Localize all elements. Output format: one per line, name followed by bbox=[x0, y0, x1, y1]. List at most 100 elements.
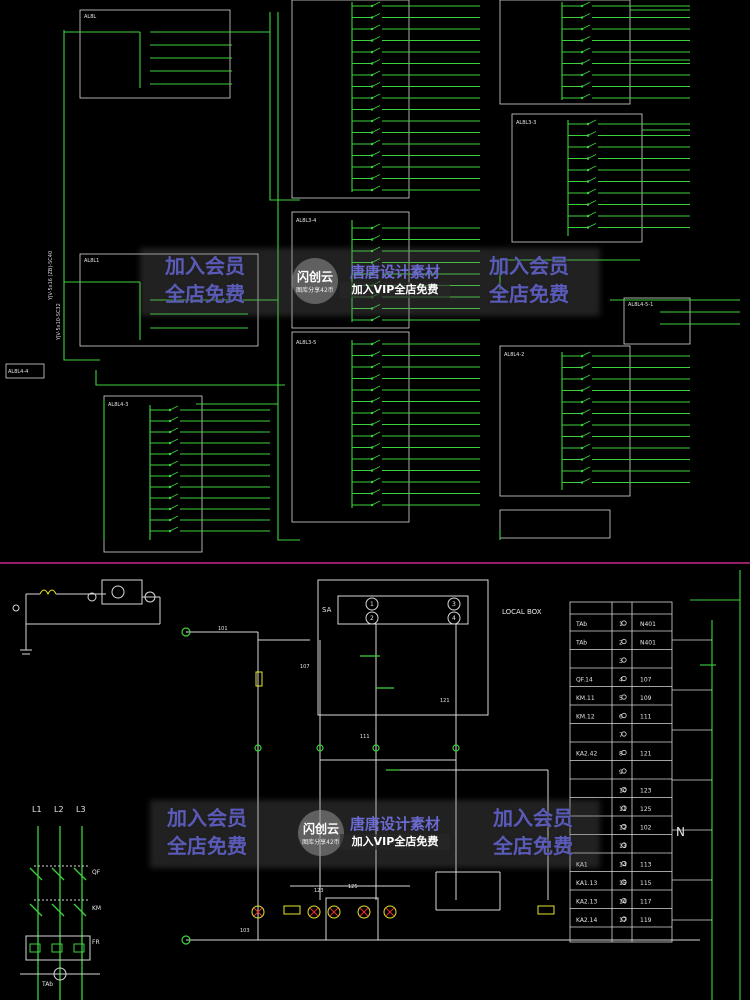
terminal-row: KA2.14 17 119 bbox=[576, 917, 652, 924]
branch-row bbox=[352, 139, 480, 146]
terminal-row: TAb 2 N401 bbox=[575, 640, 656, 647]
km-label: KM bbox=[92, 905, 101, 912]
branch-row bbox=[352, 500, 480, 507]
branch-row bbox=[150, 438, 270, 445]
terminal-number: 3 bbox=[619, 658, 623, 665]
branch-row bbox=[562, 374, 690, 381]
wire-107: 107 bbox=[300, 664, 310, 670]
terminal-number: 13 bbox=[619, 843, 627, 850]
ct-ammeter bbox=[20, 579, 161, 655]
right-cable-lines bbox=[690, 570, 741, 1000]
branch-row bbox=[352, 374, 480, 380]
terminal-right-label: 125 bbox=[640, 806, 652, 813]
terminal-left-label: KA2.13 bbox=[576, 899, 597, 906]
branch-row bbox=[352, 162, 480, 169]
badge-sub: 图库分享42币 bbox=[302, 839, 340, 846]
terminal-right-label: N401 bbox=[640, 621, 656, 628]
terminal-right-label: 117 bbox=[640, 899, 652, 906]
terminal-number: 2 bbox=[619, 640, 623, 647]
terminal-row: KM.12 6 111 bbox=[576, 714, 652, 721]
terminal-right-label: N401 bbox=[640, 640, 656, 647]
box-label-1: AL8L3-4 bbox=[296, 218, 316, 224]
branch-row bbox=[352, 362, 480, 369]
wire-121: 121 bbox=[440, 698, 450, 704]
box-label-0: AL8L bbox=[84, 14, 96, 20]
branch-row bbox=[562, 70, 690, 77]
wire-111: 111 bbox=[360, 734, 370, 740]
switch-num-4: 4 bbox=[452, 615, 456, 622]
branch-row bbox=[352, 185, 480, 192]
svg-text:YJV-5x10-SC32: YJV-5x10-SC32 bbox=[56, 303, 62, 341]
branch-row bbox=[568, 177, 690, 183]
terminal-number: 5 bbox=[619, 695, 623, 702]
branch-row bbox=[352, 466, 480, 472]
branch-row bbox=[352, 315, 480, 322]
branch-row bbox=[352, 397, 480, 403]
watermark-badge-bottom: 闪创云 图库分享42币 bbox=[298, 810, 344, 856]
branch-row bbox=[352, 128, 480, 134]
terminal-right-label: 119 bbox=[640, 917, 652, 924]
branch-row bbox=[352, 408, 480, 415]
tab-label: TAb bbox=[41, 981, 53, 988]
watermark-text-free: 全店免费 bbox=[167, 834, 247, 858]
terminal-number: 15 bbox=[619, 880, 627, 887]
fr-label: FR bbox=[92, 939, 100, 946]
branch-row bbox=[352, 70, 480, 77]
branch-row bbox=[562, 24, 690, 31]
box-label-2: AL8L1 bbox=[84, 258, 99, 264]
branch-row bbox=[562, 13, 690, 19]
terminal-block-text: TAb 1 N401TAb 2 N4013QF.14 4 107KM.11 5 109KM.12… bbox=[575, 621, 656, 924]
terminal-number: 1 bbox=[619, 621, 623, 628]
branch-row bbox=[562, 1, 690, 8]
branch-row bbox=[352, 13, 480, 19]
branch-row bbox=[562, 363, 690, 369]
branch-row bbox=[352, 36, 480, 42]
sa-label: SA bbox=[322, 606, 332, 614]
branch-row bbox=[568, 165, 690, 172]
branch-row bbox=[352, 339, 480, 346]
terminal-row: KA2.13 16 117 bbox=[576, 899, 652, 906]
terminal-row: 12 102 bbox=[619, 825, 652, 832]
local-box-label: LOCAL BOX bbox=[502, 608, 542, 616]
branch-row bbox=[150, 504, 270, 511]
branch-row bbox=[150, 416, 270, 423]
terminal-row: KA2.42 8 121 bbox=[576, 751, 652, 758]
watermark-left-top: 加入会员 全店免费 bbox=[150, 252, 260, 308]
terminal-number: 14 bbox=[619, 862, 627, 869]
terminal-left-label: KA2.42 bbox=[576, 751, 597, 758]
watermark-center-top: 唐唐设计素材 加入VIP全店免费 bbox=[340, 262, 450, 298]
wire-125: 125 bbox=[348, 884, 358, 890]
indicator-lamps bbox=[251, 897, 397, 941]
terminal-right-label: 107 bbox=[640, 677, 652, 684]
terminal-left-label: KM.12 bbox=[576, 714, 595, 721]
watermark-shop-name: 唐唐设计素材 bbox=[349, 815, 440, 833]
badge-sub: 图库分享42币 bbox=[296, 287, 334, 294]
branch-row bbox=[352, 223, 480, 230]
terminal-number: 17 bbox=[619, 917, 627, 924]
terminal-right-label: 109 bbox=[640, 695, 652, 702]
branch-row bbox=[352, 443, 480, 449]
branch-row bbox=[352, 174, 480, 180]
terminal-row: 10 123 bbox=[619, 788, 652, 795]
phase-l2: L2 bbox=[54, 805, 64, 814]
terminal-number: 6 bbox=[619, 714, 623, 721]
switch-num-2: 2 bbox=[370, 615, 374, 622]
branch-row bbox=[352, 489, 480, 495]
terminal-right-label: 113 bbox=[640, 862, 652, 869]
branch-row bbox=[562, 466, 690, 473]
branch-row bbox=[352, 235, 480, 241]
watermark-text-free: 全店免费 bbox=[489, 282, 569, 306]
terminal-row: KA1.13 15 115 bbox=[576, 880, 652, 887]
branch-row bbox=[352, 477, 480, 484]
branch-row bbox=[352, 454, 480, 461]
terminal-number: 11 bbox=[619, 806, 627, 813]
branch-row bbox=[562, 455, 690, 461]
branch-row bbox=[352, 93, 480, 100]
watermark-right-top: 加入会员 全店免费 bbox=[474, 252, 584, 308]
branch-row bbox=[562, 93, 690, 100]
watermark-text-free: 全店免费 bbox=[165, 282, 245, 306]
wire-123: 123 bbox=[314, 888, 324, 894]
branch-row bbox=[352, 1, 480, 8]
branch-row bbox=[352, 431, 480, 438]
phase-l1: L1 bbox=[32, 805, 42, 814]
